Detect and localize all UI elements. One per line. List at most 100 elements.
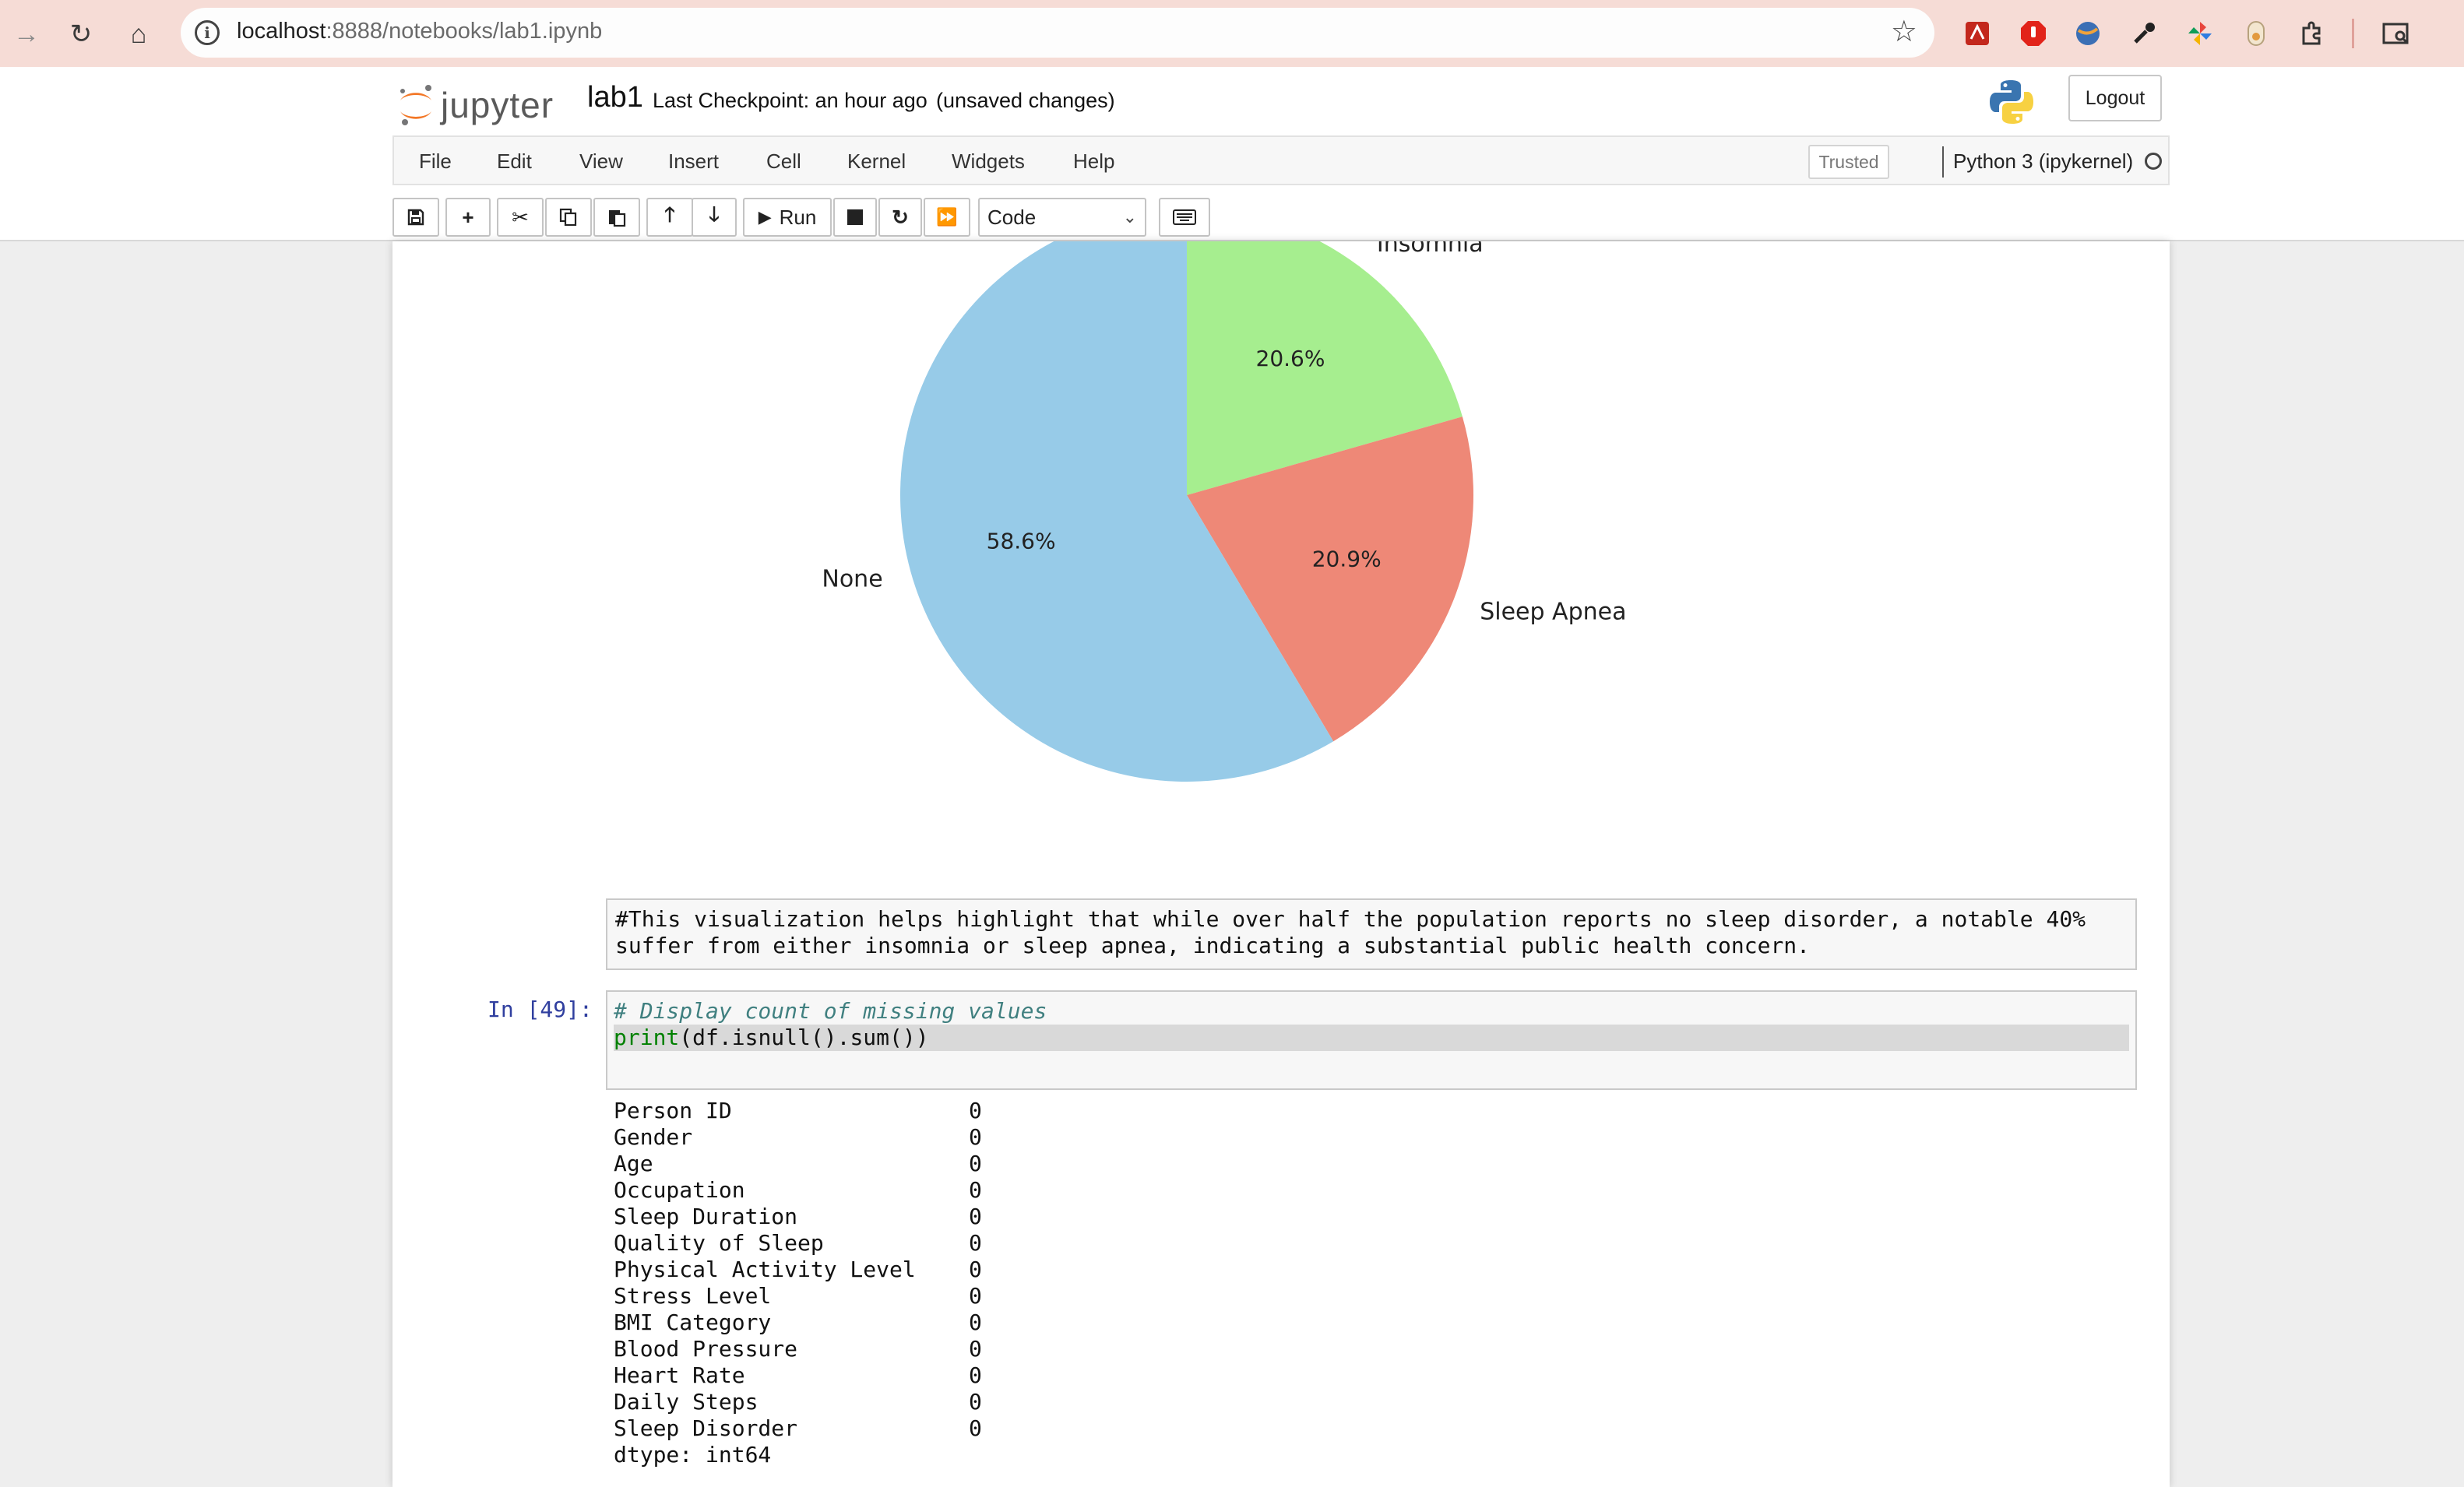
- url-text[interactable]: localhost:8888/notebooks/lab1.ipynb: [237, 19, 602, 44]
- play-icon: ▶: [758, 207, 772, 227]
- paste-icon: [609, 210, 626, 227]
- output-row: Daily Steps 0: [614, 1389, 982, 1415]
- output-key: BMI Category: [614, 1309, 772, 1335]
- markdown-line-1: #This visualization helps highlight that…: [615, 906, 2086, 932]
- output-key: Occupation: [614, 1177, 745, 1203]
- last-checkpoint: Last Checkpoint: an hour ago: [653, 89, 928, 112]
- jupyter-logo[interactable]: jupyter: [397, 78, 554, 132]
- output-row: Stress Level 0: [614, 1283, 982, 1309]
- notebook-toolbar: + ✂ 🡑 🡓 ▶ Run ↻ ⏩ Code ⌄: [392, 195, 2170, 238]
- move-cell-down-button[interactable]: 🡓: [692, 198, 737, 237]
- arrow-up-icon: 🡑: [664, 202, 675, 226]
- python-logo-icon: [1990, 80, 2033, 124]
- address-bar[interactable]: i localhost:8888/notebooks/lab1.ipynb ☆: [181, 8, 1934, 58]
- puzzle-extensions-icon[interactable]: [2294, 16, 2330, 51]
- cell-type-select[interactable]: Code ⌄: [978, 198, 1146, 237]
- output-value: 0: [969, 1204, 982, 1229]
- paste-cells-button[interactable]: [593, 198, 640, 237]
- copy-icon: [559, 208, 577, 227]
- code-print-args: (df.isnull().sum()): [679, 1025, 929, 1050]
- pinwheel-extension-icon[interactable]: [2182, 16, 2218, 51]
- forward-arrow-icon[interactable]: →: [9, 17, 44, 51]
- output-key: Sleep Disorder: [614, 1415, 798, 1441]
- restart-kernel-button[interactable]: ↻: [878, 198, 922, 237]
- copy-cells-button[interactable]: [545, 198, 592, 237]
- output-row: Occupation 0: [614, 1177, 982, 1204]
- cut-cells-button[interactable]: ✂: [497, 198, 544, 237]
- kernel-name[interactable]: Python 3 (ipykernel): [1953, 149, 2133, 174]
- site-info-icon[interactable]: i: [195, 20, 220, 45]
- adblock-extension-icon[interactable]: [2015, 16, 2051, 51]
- move-cell-up-button[interactable]: 🡑: [646, 198, 693, 237]
- code-line-print[interactable]: print(df.isnull().sum()): [614, 1025, 2129, 1051]
- pie-pct-label: 20.6%: [1256, 346, 1325, 371]
- output-key: Gender: [614, 1124, 693, 1150]
- command-palette-button[interactable]: [1159, 198, 1210, 237]
- menu-help[interactable]: Help: [1073, 149, 1114, 174]
- output-value: 0: [969, 1230, 982, 1256]
- globe-extension-icon[interactable]: [2070, 16, 2106, 51]
- menu-widgets[interactable]: Widgets: [952, 149, 1025, 174]
- pie-category-label: Sleep Apnea: [1480, 598, 1626, 625]
- bookmark-star-icon[interactable]: ☆: [1891, 14, 1917, 49]
- output-row: Physical Activity Level 0: [614, 1257, 982, 1283]
- arrow-down-icon: 🡓: [709, 202, 720, 226]
- logout-button[interactable]: Logout: [2068, 75, 2162, 121]
- cell-type-value: Code: [987, 205, 1037, 229]
- menu-kernel[interactable]: Kernel: [847, 149, 906, 174]
- output-value: 0: [969, 1257, 982, 1282]
- run-label: Run: [779, 205, 817, 229]
- jupyter-header: jupyter lab1 Last Checkpoint: an hour ag…: [0, 67, 2464, 241]
- plus-icon: +: [462, 205, 474, 229]
- output-value: 0: [969, 1336, 982, 1362]
- menu-view[interactable]: View: [579, 149, 623, 174]
- output-value: 0: [969, 1177, 982, 1203]
- markdown-cell[interactable]: #This visualization helps highlight that…: [606, 898, 2137, 970]
- output-key: Blood Pressure: [614, 1336, 798, 1362]
- save-icon: [407, 209, 424, 226]
- insert-cell-button[interactable]: +: [445, 198, 491, 237]
- url-host: localhost: [237, 19, 326, 44]
- output-key: Daily Steps: [614, 1389, 759, 1415]
- jupyter-logo-text: jupyter: [441, 85, 554, 125]
- input-prompt: In [49]:: [488, 997, 593, 1022]
- notebook-container[interactable]: 20.6% Insomnia 20.9% Sleep Apnea 58.6% None #…: [392, 241, 2170, 1487]
- notebook-name[interactable]: lab1: [587, 81, 643, 114]
- menu-cell[interactable]: Cell: [766, 149, 801, 174]
- output-key: Person ID: [614, 1098, 732, 1123]
- output-value: 0: [969, 1415, 982, 1441]
- chevron-down-icon: ⌄: [1122, 207, 1137, 227]
- save-button[interactable]: [392, 198, 439, 237]
- output-key: Heart Rate: [614, 1362, 745, 1388]
- output-value: 0: [969, 1098, 982, 1123]
- output-value: 0: [969, 1124, 982, 1150]
- code-cell[interactable]: # Display count of missing values print(…: [606, 990, 2137, 1090]
- pdf-extension-icon[interactable]: [1959, 16, 1995, 51]
- eyedropper-extension-icon[interactable]: [2126, 16, 2162, 51]
- menu-insert[interactable]: Insert: [668, 149, 719, 174]
- pie-pct-label: 20.9%: [1312, 547, 1382, 572]
- output-value: 0: [969, 1362, 982, 1388]
- pie-category-label: Insomnia: [1377, 241, 1484, 258]
- tab-search-icon[interactable]: [2378, 16, 2414, 51]
- home-icon[interactable]: ⌂: [121, 17, 156, 51]
- reload-icon[interactable]: ↻: [64, 17, 98, 51]
- menu-bar: File Edit View Insert Cell Kernel Widget…: [392, 135, 2170, 185]
- output-value: 0: [969, 1309, 982, 1335]
- run-button[interactable]: ▶ Run: [743, 198, 832, 237]
- trusted-badge[interactable]: Trusted: [1808, 145, 1889, 179]
- scissors-icon: ✂: [512, 205, 529, 229]
- interrupt-kernel-button[interactable]: [833, 198, 877, 237]
- pie-category-label: None: [822, 565, 882, 592]
- output-value: 0: [969, 1151, 982, 1176]
- unsaved-changes-indicator: (unsaved changes): [936, 89, 1115, 112]
- output-key: Stress Level: [614, 1283, 772, 1309]
- output-value: 0: [969, 1389, 982, 1415]
- restart-run-all-button[interactable]: ⏩: [924, 198, 970, 237]
- code-line-comment[interactable]: # Display count of missing values: [614, 998, 2129, 1025]
- output-key: Age: [614, 1151, 653, 1176]
- menu-file[interactable]: File: [419, 149, 452, 174]
- menu-edit[interactable]: Edit: [497, 149, 532, 174]
- output-key: Physical Activity Level: [614, 1257, 916, 1282]
- rounded-extension-icon[interactable]: [2238, 16, 2274, 51]
